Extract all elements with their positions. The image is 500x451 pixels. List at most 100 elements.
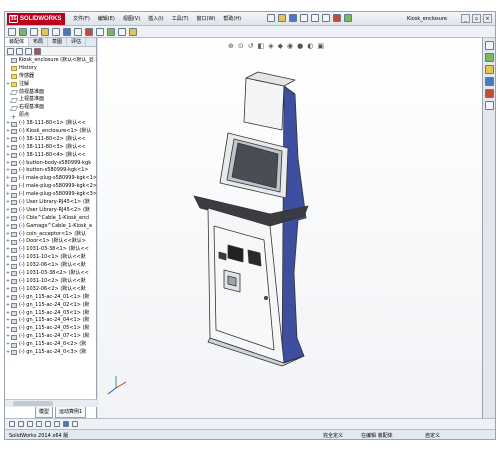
bill-of-materials-icon[interactable]: [107, 28, 115, 36]
tab-layout[interactable]: 布局: [29, 38, 49, 46]
display-manager-icon[interactable]: [34, 48, 41, 55]
smart-dimension-icon[interactable]: [54, 421, 60, 427]
restore-icon[interactable]: ▫: [472, 14, 481, 23]
configuration-manager-icon[interactable]: [25, 48, 32, 55]
view-palette-icon[interactable]: [484, 77, 494, 86]
minimize-icon[interactable]: _: [461, 14, 470, 23]
tab-sketch[interactable]: 草图: [48, 38, 68, 46]
show-hidden-icon[interactable]: [63, 28, 71, 36]
ds-logo-icon: 3S: [9, 15, 18, 23]
graphics-area[interactable]: ⊕ ⊙ ↺ ◧ ◈ ◆ ◉ ● ◐ ▣: [98, 38, 483, 418]
tree-item-label: (-) 38-111-80<4> (默认<<: [19, 151, 86, 158]
tree-item[interactable]: + (-) User Library-RJ45<1> (默: [5, 199, 97, 207]
tree-item[interactable]: + (-) gn_115-ac-24_0<3> (默: [5, 349, 97, 357]
new-motion-study-icon[interactable]: [96, 28, 104, 36]
tree-item[interactable]: + (-) Cble^Cable_1-Kiosk_encl: [5, 215, 97, 223]
tree-item[interactable]: + (-) 1031-10<2> (默认<<默: [5, 278, 97, 286]
move-component-icon[interactable]: [52, 28, 60, 36]
options-icon[interactable]: [344, 14, 352, 22]
tree-item[interactable]: + 注解: [5, 81, 97, 89]
menu-tools[interactable]: 工具(T): [168, 12, 193, 26]
tree-item[interactable]: + (-) Gamage^Cable_1-Kiosk_e: [5, 223, 97, 231]
tab-motion-study[interactable]: 运动算例1: [55, 407, 87, 418]
design-library-icon[interactable]: [484, 53, 494, 62]
save-icon[interactable]: [289, 14, 297, 22]
assembly-features-icon[interactable]: [74, 28, 82, 36]
print-icon[interactable]: [300, 14, 308, 22]
tree-scrollbar[interactable]: [5, 399, 97, 407]
tree-item[interactable]: + (-) button-s580999-kgk<1>: [5, 167, 97, 175]
property-manager-icon[interactable]: [16, 48, 23, 55]
solidworks-logo[interactable]: 3S SOLIDWORKS: [7, 13, 65, 25]
rectangle-tool-icon[interactable]: [36, 421, 42, 427]
tree-item-label: (-) gn_115-ac-24_0<2> (默: [19, 341, 87, 348]
file-explorer-icon[interactable]: [484, 65, 494, 74]
tree-item[interactable]: + (-) 38-111-80<1> (默认<<: [5, 120, 97, 128]
tree-item[interactable]: 原点: [5, 112, 97, 120]
tree-item[interactable]: + (-) gn_115-ac-24_02<1> (默: [5, 302, 97, 310]
tree-item[interactable]: + (-) 38-111-80<4> (默认<<: [5, 152, 97, 160]
tree-item[interactable]: + (-) 1032-06<2> (默认<<默: [5, 286, 97, 294]
units-dropdown[interactable]: 自定义: [425, 430, 440, 439]
spline-tool-icon[interactable]: [45, 421, 51, 427]
part-icon: [11, 216, 17, 222]
tree-item[interactable]: + (-) 38-111-80<2> (默认<<: [5, 136, 97, 144]
tab-evaluate[interactable]: 评估: [67, 38, 87, 46]
tree-item[interactable]: + (-) gn_115-ac-24_0<2> (默: [5, 341, 97, 349]
mirror-icon[interactable]: [72, 421, 78, 427]
tree-item[interactable]: + (-) gn_115-ac-24_05<1> (默: [5, 325, 97, 333]
appearances-icon[interactable]: [484, 89, 494, 98]
tree-item[interactable]: + (-) button-body-s580999-kgk: [5, 160, 97, 168]
smart-fasteners-icon[interactable]: [41, 28, 49, 36]
folder-icon: [11, 66, 17, 72]
tree-item[interactable]: Kiosk_enclosure (默认<默认_显..: [5, 57, 97, 65]
menu-insert[interactable]: 插入(I): [144, 12, 167, 26]
new-document-icon[interactable]: [267, 14, 275, 22]
menu-view[interactable]: 视图(V): [119, 12, 144, 26]
circle-tool-icon[interactable]: [18, 421, 24, 427]
tree-item[interactable]: + (-) User Library-RJ45<2> (默: [5, 207, 97, 215]
scroll-thumb[interactable]: [13, 401, 53, 406]
line-tool-icon[interactable]: [9, 421, 15, 427]
tree-item[interactable]: + (-) male-plug-s580999-kgk<2>: [5, 183, 97, 191]
mate-icon[interactable]: [19, 28, 27, 36]
tree-item[interactable]: + (-) 1032-06<1> (默认<<默: [5, 262, 97, 270]
tree-item-label: (-) 1031-10<1> (默认<<默: [19, 254, 86, 261]
menu-file[interactable]: 文件(F): [69, 12, 94, 26]
tree-item[interactable]: + (-) male-plug-s580999-kgk<3>: [5, 191, 97, 199]
feature-manager-icon[interactable]: [7, 48, 14, 55]
trim-icon[interactable]: [63, 421, 69, 427]
exploded-view-icon[interactable]: [118, 28, 126, 36]
coordinate-triad: [107, 376, 127, 395]
open-icon[interactable]: [278, 14, 286, 22]
instant3d-icon[interactable]: [129, 28, 137, 36]
tab-model[interactable]: 模型: [35, 407, 54, 418]
menu-help[interactable]: 帮助(H): [219, 12, 245, 26]
tree-item[interactable]: 传感器: [5, 73, 97, 81]
undo-icon[interactable]: [311, 14, 319, 22]
rebuild-icon[interactable]: [333, 14, 341, 22]
tab-assembly[interactable]: 装配体: [5, 38, 30, 46]
tree-item[interactable]: History: [5, 65, 97, 73]
close-icon[interactable]: ×: [483, 14, 492, 23]
arc-tool-icon[interactable]: [27, 421, 33, 427]
menu-edit[interactable]: 编辑(E): [94, 12, 119, 26]
reference-geometry-icon[interactable]: [85, 28, 93, 36]
menu-window[interactable]: 窗口(W): [193, 12, 220, 26]
resources-icon[interactable]: [484, 41, 494, 50]
linear-pattern-icon[interactable]: [30, 28, 38, 36]
tree-item[interactable]: + (-) 38-111-80<3> (默认<<: [5, 144, 97, 152]
tree-item[interactable]: 右视基准面: [5, 104, 97, 112]
tree-item[interactable]: + (-) gn_115-ac-24_07<1> (默: [5, 333, 97, 341]
tree-item[interactable]: + (-) male-plug-s580999-kgk<1>: [5, 175, 97, 183]
plane-icon: [9, 105, 19, 111]
tree-item[interactable]: + (-) Kiosk_enclosure<1> (默认: [5, 128, 97, 136]
custom-properties-icon[interactable]: [484, 101, 494, 110]
tree-item[interactable]: + (-) gn_115-ac-24_01<1> (默: [5, 294, 97, 302]
plane-icon: [9, 90, 19, 95]
part-icon: [10, 184, 17, 190]
insert-component-icon[interactable]: [8, 28, 16, 36]
tree-item[interactable]: + (-) 1031-10<1> (默认<<默: [5, 254, 97, 262]
tree-item[interactable]: + (-) 1031-03-38<2> (默认<<: [5, 270, 97, 278]
select-icon[interactable]: [322, 14, 330, 22]
